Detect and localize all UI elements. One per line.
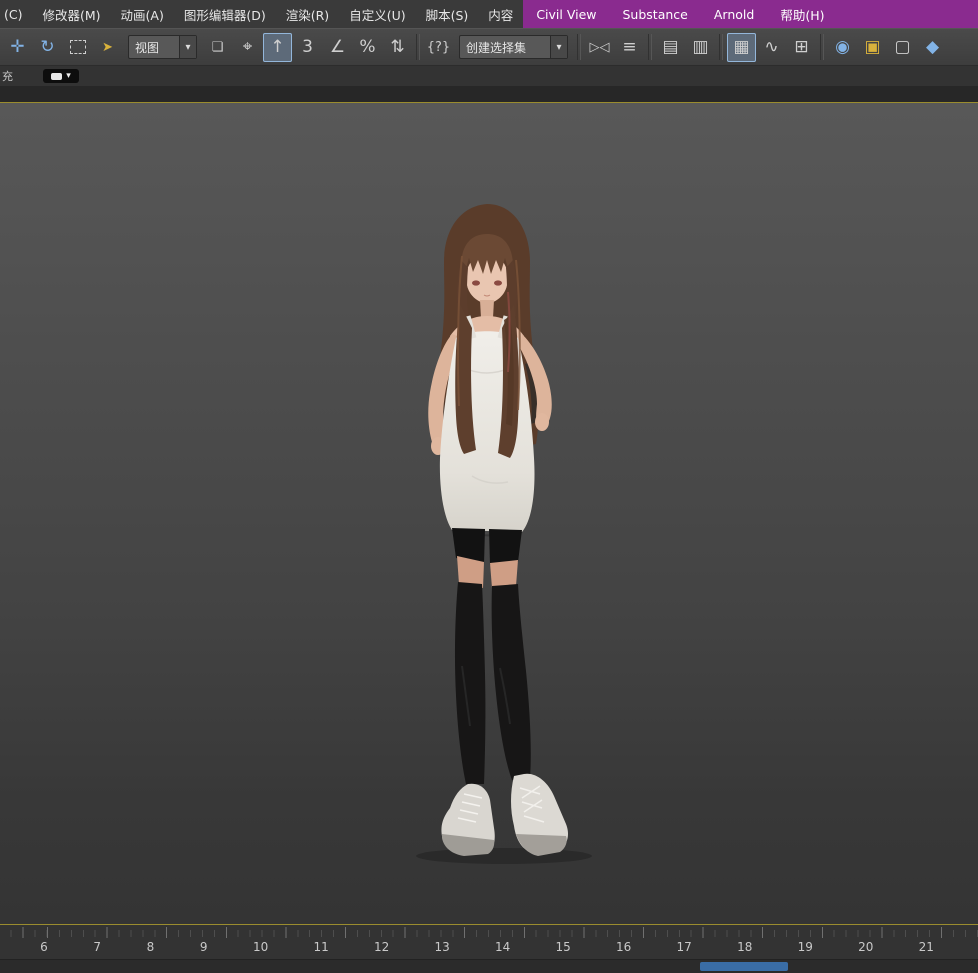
titlebar-purple-region: Civil View Substance Arnold 帮助(H): [523, 0, 978, 28]
frame-label: 7: [93, 940, 101, 954]
percent-snap-toggle-button[interactable]: %: [353, 33, 382, 62]
select-and-rotate-button[interactable]: ↻: [33, 33, 62, 62]
toggle-scene-explorer-button[interactable]: ▤: [656, 33, 685, 62]
populate-icon: [51, 73, 62, 80]
chevron-down-icon: ▾: [179, 36, 196, 58]
named-selection-set-dropdown[interactable]: 创建选择集 ▾: [459, 35, 568, 59]
frame-label: 17: [677, 940, 692, 954]
frame-label: 12: [374, 940, 389, 954]
edit-named-selection-sets-button[interactable]: {?}: [424, 33, 453, 62]
named-selection-set-value: 创建选择集: [460, 36, 550, 58]
track-bar[interactable]: [0, 960, 978, 973]
populate-dropdown[interactable]: ▾: [43, 69, 79, 83]
angle-snap-toggle-button[interactable]: ∠: [323, 33, 352, 62]
select-and-link-button[interactable]: ➤: [93, 33, 122, 62]
frame-label: 20: [858, 940, 873, 954]
frame-label: 6: [40, 940, 48, 954]
menubar: (C) 修改器(M) 动画(A) 图形编辑器(D) 渲染(R) 自定义(U) 脚…: [0, 0, 978, 28]
timeline-frame-numbers: 6 7 8 9 10 11 12 13 14 15 16 17 18 19 20…: [40, 940, 934, 954]
menu-create[interactable]: (C): [0, 0, 32, 28]
spinner-snap-toggle-button[interactable]: ⇅: [383, 33, 412, 62]
menu-arnold[interactable]: Arnold: [701, 0, 767, 28]
snap-toggle-3d-button[interactable]: 3: [293, 33, 322, 62]
viewport[interactable]: [0, 102, 978, 925]
frame-label: 8: [146, 940, 154, 954]
frame-label: 10: [253, 940, 268, 954]
frame-label: 14: [495, 940, 510, 954]
frame-label: 18: [737, 940, 752, 954]
menu-graph-editors[interactable]: 图形编辑器(D): [174, 0, 276, 28]
timeline-ruler[interactable]: 6 7 8 9 10 11 12 13 14 15 16 17 18 19 20…: [0, 925, 978, 960]
menu-rendering[interactable]: 渲染(R): [276, 0, 339, 28]
snap-toggle-2d-button[interactable]: ⌖: [233, 33, 262, 62]
app-window: (C) 修改器(M) 动画(A) 图形编辑器(D) 渲染(R) 自定义(U) 脚…: [0, 0, 978, 973]
rectangular-selection-button[interactable]: [63, 33, 92, 62]
timeline-ticks-major: [0, 927, 978, 938]
main-toolbar: ✛ ↻ ➤ 视图 ▾ ❏ ⌖ ↑ 3 ∠ % ⇅ {?} 创建选择集 ▾ ▷◁ …: [0, 28, 978, 66]
mirror-button[interactable]: ▷◁: [585, 33, 614, 62]
chevron-down-icon: ▾: [550, 36, 567, 58]
menu-substance[interactable]: Substance: [610, 0, 701, 28]
populate-toolbar-label: 充: [2, 68, 13, 84]
frame-label: 15: [556, 940, 571, 954]
frame-label: 9: [200, 940, 208, 954]
snap-toggle-25d-button[interactable]: ↑: [263, 33, 292, 62]
character-model[interactable]: [372, 196, 604, 874]
toolbar-separator: [719, 34, 723, 60]
chevron-down-icon: ▾: [66, 71, 71, 81]
menu-help[interactable]: 帮助(H): [767, 0, 837, 28]
frame-label: 13: [434, 940, 449, 954]
toggle-layer-explorer-button[interactable]: ▥: [686, 33, 715, 62]
menu-content[interactable]: 内容: [478, 0, 523, 28]
frame-label: 11: [313, 940, 328, 954]
reference-coordinate-value: 视图: [129, 36, 179, 58]
reference-coordinate-dropdown[interactable]: 视图 ▾: [128, 35, 197, 59]
toolbar-separator: [416, 34, 420, 60]
rectangular-selection-icon: [70, 40, 86, 54]
align-button[interactable]: ≡: [615, 33, 644, 62]
character-group: [416, 204, 592, 864]
menu-customize[interactable]: 自定义(U): [339, 0, 415, 28]
rendered-frame-window-button[interactable]: ▢: [888, 33, 917, 62]
menu-civil-view[interactable]: Civil View: [523, 0, 609, 28]
frame-label: 21: [919, 940, 934, 954]
render-production-button[interactable]: ◆: [918, 33, 947, 62]
curve-editor-button[interactable]: ∿: [757, 33, 786, 62]
dock-gap: [0, 86, 978, 102]
select-and-move-button[interactable]: ✛: [3, 33, 32, 62]
populate-toolbar: 充 ▾: [0, 66, 978, 86]
track-bar-highlight[interactable]: [700, 962, 788, 971]
toolbar-separator: [577, 34, 581, 60]
menu-modifiers[interactable]: 修改器(M): [32, 0, 110, 28]
toggle-ribbon-button[interactable]: ▦: [727, 33, 756, 62]
menu-animation[interactable]: 动画(A): [111, 0, 174, 28]
use-pivot-point-center-button[interactable]: ❏: [203, 33, 232, 62]
schematic-view-button[interactable]: ⊞: [787, 33, 816, 62]
frame-label: 19: [798, 940, 813, 954]
render-setup-button[interactable]: ▣: [858, 33, 887, 62]
material-editor-button[interactable]: ◉: [828, 33, 857, 62]
menu-scripting[interactable]: 脚本(S): [416, 0, 479, 28]
toolbar-separator: [820, 34, 824, 60]
toolbar-separator: [648, 34, 652, 60]
frame-label: 16: [616, 940, 631, 954]
